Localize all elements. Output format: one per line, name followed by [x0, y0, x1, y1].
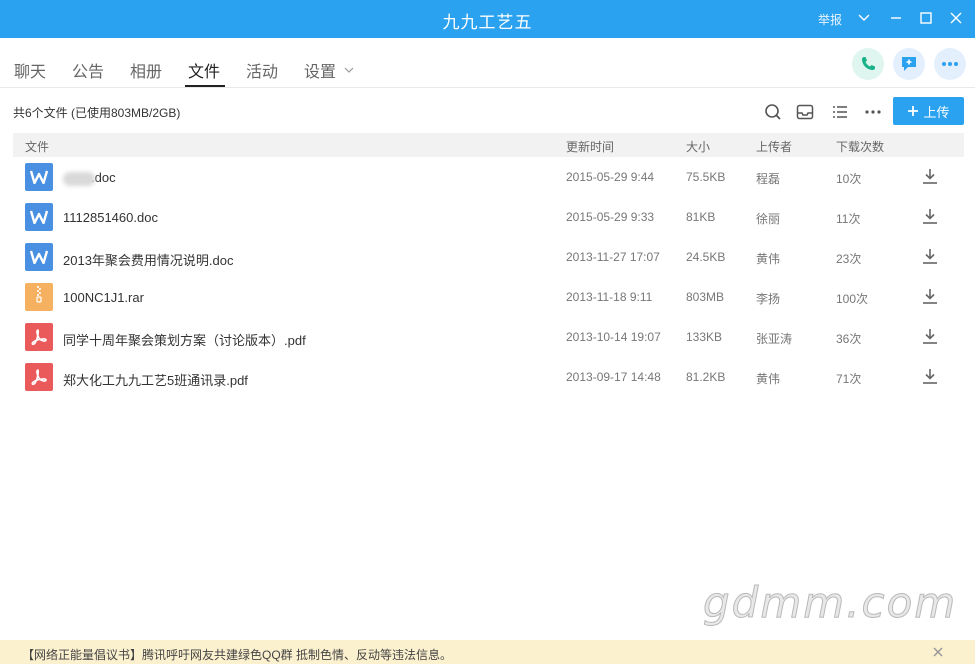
table-row[interactable]: 2013年聚会费用情况说明.doc 2013-11-27 17:07 24.5KB 黄…	[13, 237, 964, 277]
update-time: 2015-05-29 9:33	[566, 210, 655, 224]
doc-file-icon	[25, 163, 53, 191]
table-row[interactable]: .doc 2015-05-29 9:44 75.5KB 程磊 10次	[13, 157, 964, 197]
uploader-name[interactable]: 黄伟	[756, 250, 780, 267]
update-time: 2015-05-29 9:44	[566, 170, 655, 184]
call-button[interactable]	[852, 48, 884, 80]
upload-button-label: 上传	[923, 104, 950, 120]
download-count: 36次	[836, 332, 862, 346]
update-time: 2013-11-18 9:11	[566, 290, 653, 304]
file-name[interactable]: 同学十周年聚会策划方案（讨论版本）.pdf	[63, 330, 306, 349]
more-icon[interactable]	[863, 102, 883, 122]
file-name-text: 100NC1J1.rar	[63, 290, 144, 305]
search-icon[interactable]	[763, 102, 783, 122]
column-header-size[interactable]: 大小	[686, 138, 710, 155]
tab-settings[interactable]: 设置	[304, 58, 336, 82]
list-view-icon[interactable]	[830, 102, 850, 122]
column-header-time[interactable]: 更新时间	[566, 138, 614, 155]
file-size: 75.5KB	[686, 170, 726, 184]
add-message-button[interactable]	[893, 48, 925, 80]
uploader-name[interactable]: 张亚涛	[756, 330, 792, 347]
tab-activity[interactable]: 活动	[246, 58, 278, 82]
table-header: 文件 更新时间 大小 上传者 下载次数	[13, 133, 964, 157]
download-count: 100次	[836, 292, 869, 306]
phone-icon	[862, 57, 875, 70]
tab-chat[interactable]: 聊天	[14, 58, 46, 82]
watermark: gdmm.com	[702, 578, 958, 628]
doc-file-icon	[25, 203, 53, 231]
download-count: 71次	[836, 372, 862, 386]
active-tab-indicator	[185, 85, 225, 87]
table-row[interactable]: 1112851460.doc 2015-05-29 9:33 81KB 徐丽 11次	[13, 197, 964, 237]
file-name-text: 2013年聚会费用情况说明.doc	[63, 253, 234, 268]
pdf-file-icon	[25, 363, 53, 391]
table-row[interactable]: 同学十周年聚会策划方案（讨论版本）.pdf 2013-10-14 19:07 133…	[13, 317, 964, 357]
more-icon	[942, 62, 958, 66]
file-name[interactable]: 郑大化工九九工艺5班通讯录.pdf	[63, 370, 248, 389]
tab-files[interactable]: 文件	[188, 58, 220, 82]
tab-album[interactable]: 相册	[130, 58, 162, 82]
maximize-icon[interactable]	[917, 9, 935, 27]
download-icon[interactable]	[921, 287, 939, 305]
download-count: 10次	[836, 172, 862, 186]
column-header-file[interactable]: 文件	[25, 138, 49, 155]
more-button[interactable]	[934, 48, 966, 80]
file-name-text: 郑大化工九九工艺5班通讯录.pdf	[63, 373, 248, 388]
upload-button[interactable]: 上传	[893, 97, 964, 125]
file-name[interactable]: 1112851460.doc	[63, 210, 158, 225]
update-time: 2013-10-14 19:07	[566, 330, 661, 344]
download-count: 23次	[836, 252, 862, 266]
title-bar: 九九工艺五 举报	[0, 0, 975, 38]
uploader-name[interactable]: 徐丽	[756, 210, 780, 227]
column-header-downloads[interactable]: 下载次数	[836, 138, 884, 155]
notice-text[interactable]: 【网络正能量倡议书】腾讯呼吁网友共建绿色QQ群 抵制色情、反动等违法信息。	[22, 646, 452, 663]
rar-file-icon	[25, 283, 53, 311]
file-size: 133KB	[686, 330, 723, 344]
tab-bar: 聊天 公告 相册 文件 活动 设置	[0, 38, 975, 88]
report-link[interactable]: 举报	[818, 11, 842, 28]
close-icon[interactable]	[932, 646, 944, 658]
download-count: 11次	[836, 212, 861, 226]
file-size: 81.2KB	[686, 370, 726, 384]
download-icon[interactable]	[921, 247, 939, 265]
file-name-text: 同学十周年聚会策划方案（讨论版本）.pdf	[63, 333, 306, 348]
download-icon[interactable]	[921, 367, 939, 385]
file-size: 81KB	[686, 210, 716, 224]
chevron-down-icon[interactable]	[855, 9, 873, 27]
download-icon[interactable]	[921, 327, 939, 345]
redacted-text	[63, 171, 95, 186]
table-row[interactable]: 郑大化工九九工艺5班通讯录.pdf 2013-09-17 14:48 81.2KB 黄…	[13, 357, 964, 397]
uploader-name[interactable]: 黄伟	[756, 370, 780, 387]
update-time: 2013-11-27 17:07	[566, 250, 660, 264]
file-summary: 共6个文件 (已使用803MB/2GB)	[13, 106, 181, 120]
file-name-text: 1112851460.doc	[63, 210, 158, 225]
minimize-icon[interactable]	[887, 9, 905, 27]
table-row[interactable]: 100NC1J1.rar 2013-11-18 9:11 803MB 李扬 100次	[13, 277, 964, 317]
chevron-down-icon[interactable]	[344, 62, 354, 73]
uploader-name[interactable]: 程磊	[756, 170, 780, 187]
update-time: 2013-09-17 14:48	[566, 370, 661, 384]
file-name[interactable]: 2013年聚会费用情况说明.doc	[63, 250, 234, 269]
file-name[interactable]: .doc	[63, 170, 116, 186]
download-icon[interactable]	[921, 167, 939, 185]
add-message-icon	[902, 57, 916, 71]
file-size: 24.5KB	[686, 250, 726, 264]
doc-file-icon	[25, 243, 53, 271]
file-size: 803MB	[686, 290, 725, 304]
tab-announcement[interactable]: 公告	[72, 58, 104, 82]
uploader-name[interactable]: 李扬	[756, 290, 780, 307]
inbox-icon[interactable]	[795, 102, 815, 122]
column-header-uploader[interactable]: 上传者	[756, 138, 792, 155]
close-icon[interactable]	[947, 9, 965, 27]
plus-icon	[908, 106, 919, 116]
pdf-file-icon	[25, 323, 53, 351]
file-name[interactable]: 100NC1J1.rar	[63, 290, 144, 305]
download-icon[interactable]	[921, 207, 939, 225]
notice-banner: 【网络正能量倡议书】腾讯呼吁网友共建绿色QQ群 抵制色情、反动等违法信息。	[0, 640, 975, 664]
